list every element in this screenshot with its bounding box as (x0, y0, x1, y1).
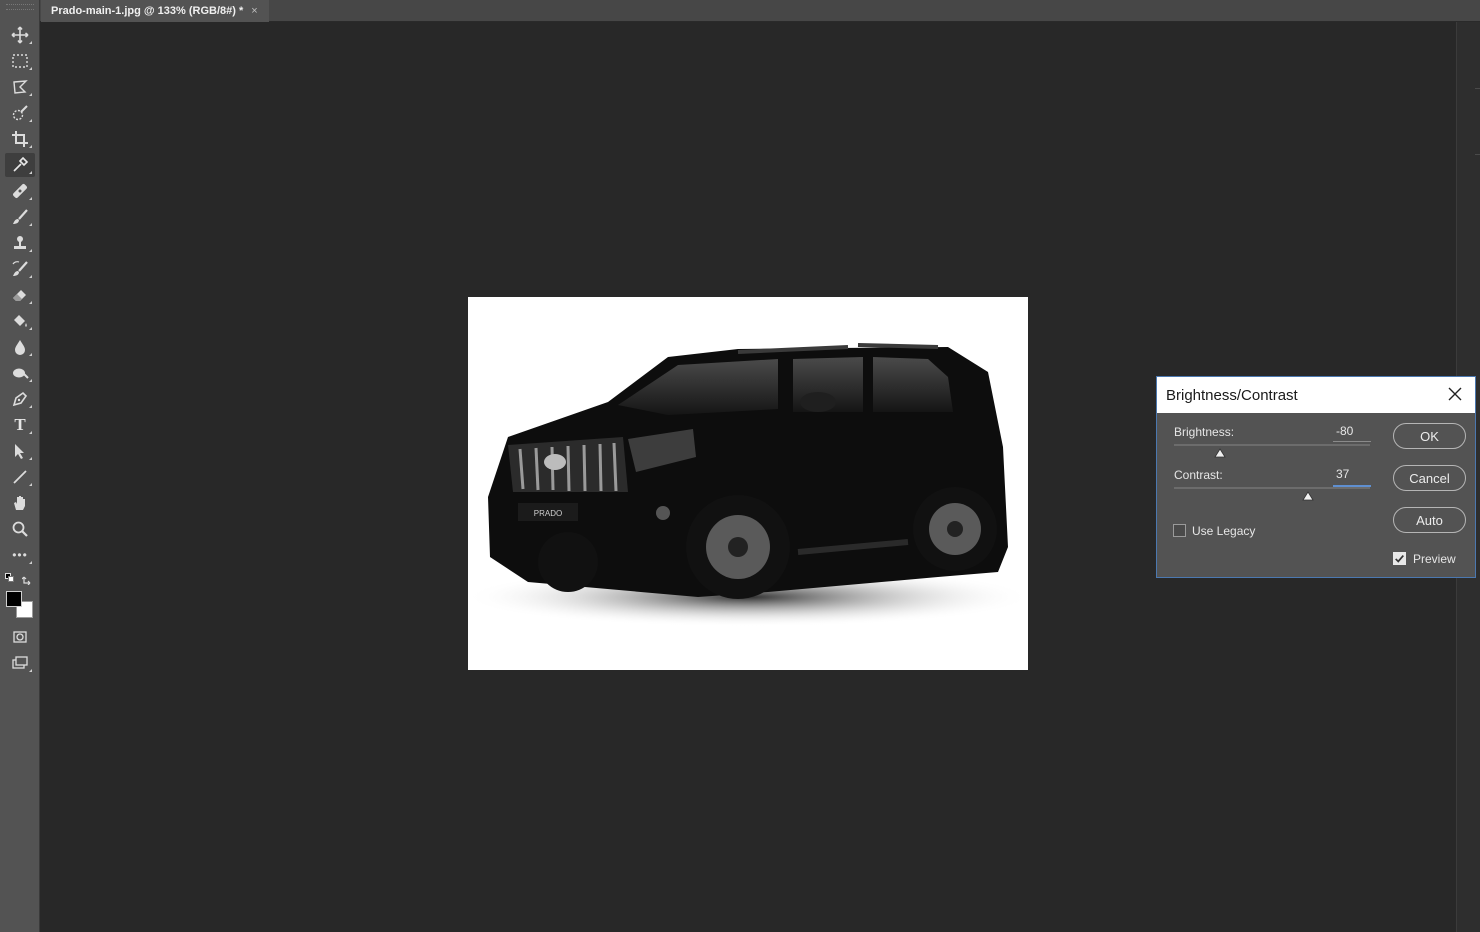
type-tool-glyph: T (14, 415, 26, 434)
brightness-label: Brightness: (1174, 425, 1235, 439)
brightness-input-underline (1333, 441, 1371, 442)
preview-label: Preview (1413, 552, 1456, 566)
move-tool-icon[interactable] (5, 23, 35, 47)
crop-tool-icon[interactable] (5, 127, 35, 151)
screen-mode-icon[interactable] (5, 651, 35, 675)
contrast-label: Contrast: (1174, 468, 1223, 482)
brightness-slider-track[interactable] (1174, 444, 1370, 446)
brightness-input[interactable]: -80 (1336, 424, 1353, 438)
paint-bucket-tool-icon[interactable] (5, 309, 35, 333)
use-legacy-label: Use Legacy (1192, 524, 1256, 538)
checkmark-icon (1395, 554, 1404, 563)
eraser-tool-icon[interactable] (5, 283, 35, 307)
pen-tool-icon[interactable] (5, 387, 35, 411)
line-tool-icon[interactable] (5, 465, 35, 489)
more-tools-icon[interactable]: ••• (5, 543, 35, 567)
quick-mask-icon[interactable] (5, 625, 35, 649)
zoom-tool-icon[interactable] (5, 517, 35, 541)
quick-selection-tool-icon[interactable] (5, 101, 35, 125)
brush-tool-icon[interactable] (5, 205, 35, 229)
lasso-tool-icon[interactable] (5, 75, 35, 99)
swap-colors-icon[interactable] (21, 572, 34, 586)
ok-label: OK (1420, 428, 1439, 444)
panel-divider (1475, 88, 1480, 89)
close-dialog-icon[interactable] (1447, 386, 1463, 402)
ok-button[interactable]: OK (1393, 423, 1466, 449)
canvas-image[interactable]: PRADO (468, 297, 1028, 670)
document-tab[interactable]: Prado-main-1.jpg @ 133% (RGB/8#) * × (41, 0, 269, 22)
brightness-contrast-dialog: Brightness/Contrast Brightness: -80 Cont… (1156, 376, 1476, 578)
preview-checkbox[interactable] (1393, 552, 1406, 565)
hand-tool-icon[interactable] (5, 491, 35, 515)
panel-divider (1475, 154, 1480, 155)
close-tab-icon[interactable]: × (251, 5, 257, 17)
type-tool-icon[interactable]: T (5, 413, 35, 437)
eyedropper-tool-icon[interactable] (5, 153, 35, 177)
foreground-color-swatch[interactable] (6, 591, 22, 607)
brightness-slider-thumb[interactable] (1214, 448, 1226, 458)
auto-button[interactable]: Auto (1393, 507, 1466, 533)
marquee-tool-icon[interactable] (5, 49, 35, 73)
clone-stamp-tool-icon[interactable] (5, 231, 35, 255)
document-tab-bar: Prado-main-1.jpg @ 133% (RGB/8#) * × (40, 0, 1480, 22)
tools-panel: T ••• (0, 0, 40, 932)
default-colors-icon[interactable] (5, 573, 15, 583)
contrast-input[interactable]: 37 (1336, 467, 1349, 481)
plate-text: PRADO (534, 509, 562, 518)
cancel-label: Cancel (1409, 470, 1450, 486)
suv-photo: PRADO (468, 343, 1028, 627)
panel-grip[interactable] (6, 4, 34, 10)
contrast-slider-thumb[interactable] (1302, 491, 1314, 501)
dialog-titlebar[interactable]: Brightness/Contrast (1157, 377, 1475, 413)
document-tab-title: Prado-main-1.jpg @ 133% (RGB/8#) * (51, 5, 244, 17)
dodge-tool-icon[interactable] (5, 361, 35, 385)
cancel-button[interactable]: Cancel (1393, 465, 1466, 491)
history-brush-tool-icon[interactable] (5, 257, 35, 281)
path-selection-tool-icon[interactable] (5, 439, 35, 463)
more-tools-glyph: ••• (12, 548, 28, 562)
blur-tool-icon[interactable] (5, 335, 35, 359)
healing-brush-tool-icon[interactable] (5, 179, 35, 203)
use-legacy-checkbox[interactable] (1173, 524, 1186, 537)
auto-label: Auto (1416, 512, 1443, 528)
dialog-title: Brightness/Contrast (1166, 386, 1298, 404)
contrast-slider-track[interactable] (1174, 487, 1370, 489)
